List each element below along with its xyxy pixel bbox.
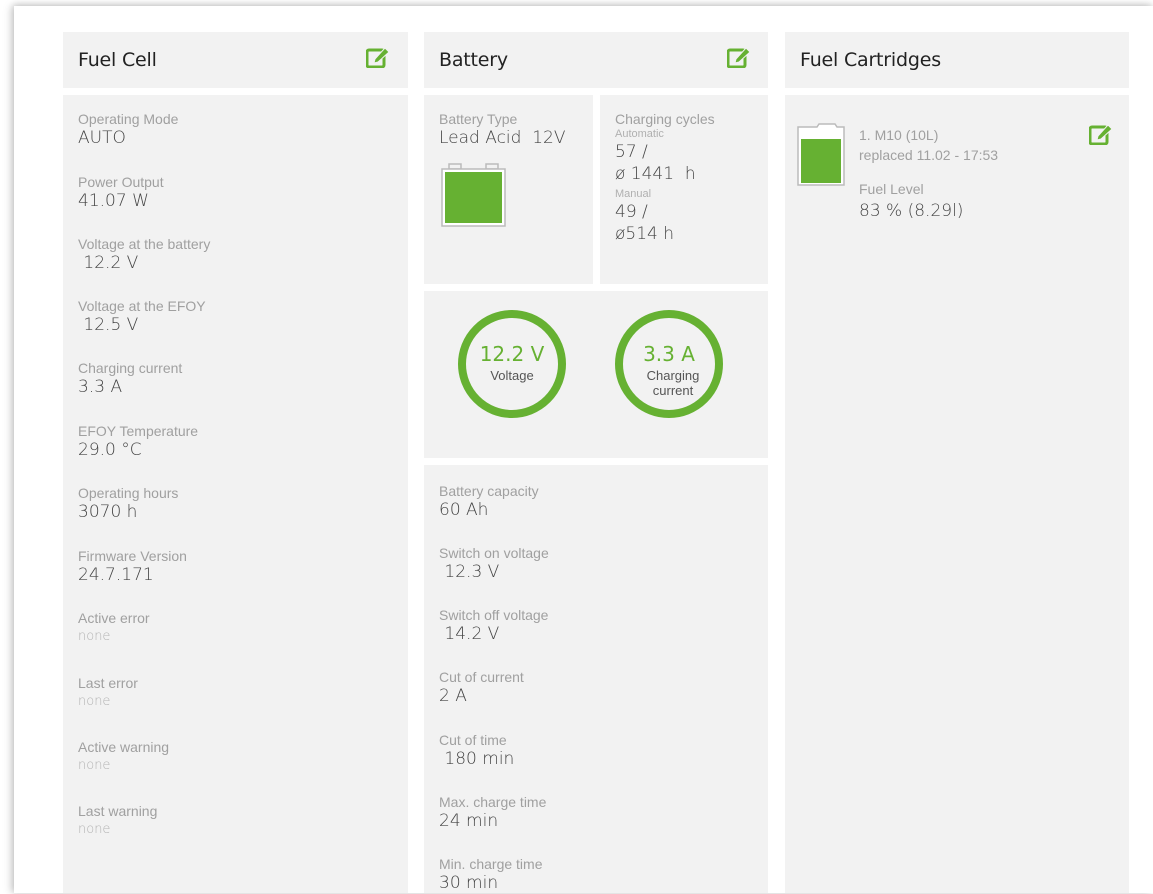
cartridges-header: Fuel Cartridges [785,32,1129,88]
cartridges-title: Fuel Cartridges [800,49,941,71]
efoy-voltage-value: 12.5 V [78,315,139,335]
manual-label: Manual [615,188,652,200]
fuel-cell-label: Last warning [78,803,158,819]
battery-gauges-card: 12.2 V Voltage 3.3 A Charging current [424,291,768,458]
fuel-level-value: 83 % (8.29l) [859,201,964,221]
charging-current-value: 3.3 A [78,377,123,397]
fuel-cell-label: Charging current [78,360,183,376]
battery-setting-label: Cut of time [439,732,507,748]
battery-settings-card: Battery capacity 60 Ah Switch on voltage … [424,465,768,893]
min-charge-time-value: 30 min [439,873,499,893]
fuel-cell-label: Active warning [78,739,170,755]
fuel-cell-label: Voltage at the battery [78,236,211,252]
last-warning-value: none [78,822,111,837]
manual-hours: ø514 h [615,224,675,244]
automatic-count: 57 / [615,142,648,162]
battery-setting-label: Battery capacity [439,483,539,499]
fuel-cell-label: Operating Mode [78,111,179,127]
switch-on-voltage-value: 12.3 V [439,562,500,582]
cut-of-current-value: 2 A [439,686,467,706]
cartridge-edit-icon[interactable] [1089,123,1113,145]
battery-capacity-value: 60 Ah [439,500,489,520]
fuel-cell-label: Firmware Version [78,548,187,564]
battery-icon [441,163,506,227]
battery-setting-label: Switch off voltage [439,607,549,623]
automatic-label: Automatic [615,128,664,140]
power-output-value: 41.07 W [78,191,149,211]
fuel-cell-label: EFOY Temperature [78,423,199,439]
battery-edit-icon[interactable] [727,46,751,68]
battery-setting-label: Switch on voltage [439,545,549,561]
efoy-temperature-value: 29.0 °C [78,440,142,460]
switch-off-voltage-value: 14.2 V [439,624,500,644]
operating-mode-value: AUTO [78,128,126,148]
fuel-cell-label: Last error [78,675,138,691]
battery-setting-label: Cut of current [439,669,524,685]
cartridge-name: 1. M10 (10L) [859,127,939,143]
charging-current-gauge: 3.3 A Charging current [615,310,723,418]
fuel-cell-header: Fuel Cell [63,32,408,88]
voltage-gauge-value: 12.2 V [479,342,545,366]
battery-type-value: Lead Acid 12V [439,128,566,148]
fuel-cell-label: Operating hours [78,485,179,501]
cartridge-item: 1. M10 (10L) replaced 11.02 - 17:53 Fuel… [785,95,1129,221]
voltage-gauge-label: Voltage [490,368,534,383]
battery-type-card: Battery Type Lead Acid 12V [424,95,593,284]
active-error-value: none [78,629,111,644]
charging-cycles-label: Charging cycles [615,111,715,127]
active-warning-value: none [78,758,111,773]
last-error-value: none [78,694,111,709]
max-charge-time-value: 24 min [439,811,499,831]
charging-current-gauge-label: Charging current [646,368,700,398]
operating-hours-value: 3070 h [78,502,138,522]
battery-title: Battery [439,49,508,71]
battery-voltage-value: 12.2 V [78,253,139,273]
fuel-cell-body: Operating Mode AUTO Power Output 41.07 W V… [63,95,408,893]
fuel-level-label: Fuel Level [859,181,924,197]
firmware-version-value: 24.7.171 [78,565,154,585]
cartridge-replaced: replaced 11.02 - 17:53 [859,147,999,163]
battery-setting-label: Min. charge time [439,856,543,872]
voltage-gauge: 12.2 V Voltage [458,310,566,418]
automatic-hours: ø 1441 h [615,164,696,184]
cartridges-body: 1. M10 (10L) replaced 11.02 - 17:53 Fuel… [785,95,1129,893]
battery-type-label: Battery Type [439,111,518,127]
fuel-cell-label: Voltage at the EFOY [78,298,206,314]
manual-count: 49 / [615,202,648,222]
fuel-cell-label: Power Output [78,174,164,190]
charging-current-gauge-value: 3.3 A [643,342,695,366]
fuel-cell-label: Active error [78,610,150,626]
charging-cycles-card: Charging cycles Automatic 57 / ø 1441 h … [600,95,768,284]
cartridge-icon [797,123,845,186]
battery-setting-label: Max. charge time [439,794,547,810]
battery-header: Battery [424,32,768,88]
fuel-cell-title: Fuel Cell [78,49,157,71]
cut-of-time-value: 180 min [439,749,515,769]
fuel-cell-edit-icon[interactable] [366,46,390,68]
